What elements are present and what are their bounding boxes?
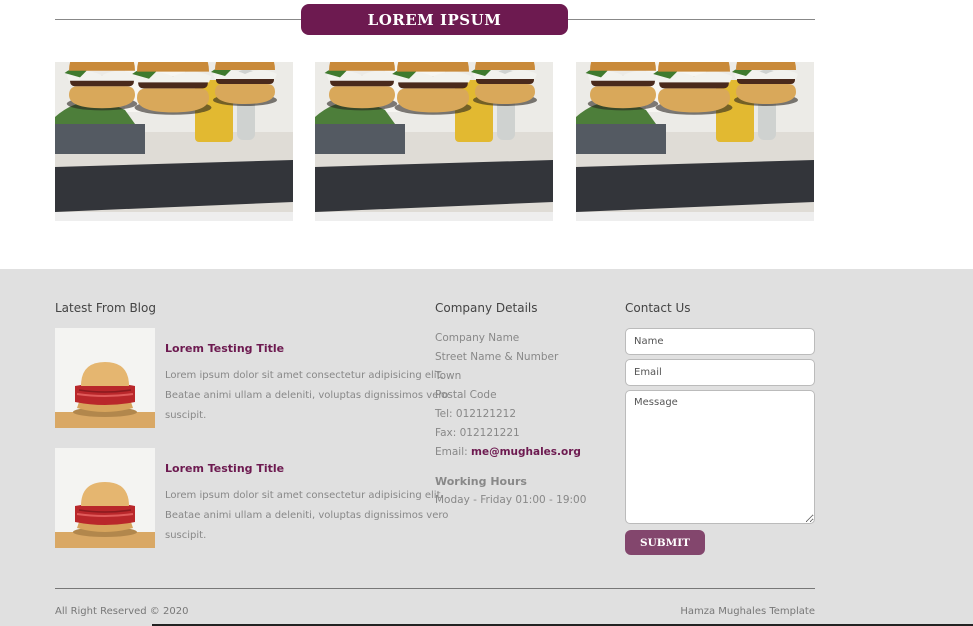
email-label: Email: <box>435 446 472 458</box>
contact-form: SUBMIT <box>625 328 815 555</box>
company-fax: Fax: 012121221 <box>435 427 520 439</box>
email-link[interactable]: me@mughales.org <box>471 446 581 458</box>
submit-button[interactable]: SUBMIT <box>625 530 705 555</box>
blog-post: Lorem Testing Title Lorem ipsum dolor si… <box>55 328 448 428</box>
company-email-line: Email: me@mughales.org <box>435 443 615 462</box>
footer: Latest From Blog Lorem Testing Title Lor… <box>0 269 973 626</box>
gallery-image-burgers-1[interactable] <box>55 62 293 221</box>
name-input[interactable] <box>625 328 815 355</box>
company-details: Company Name Street Name & Number Town P… <box>435 329 615 510</box>
blog-post-excerpt: Lorem ipsum dolor sit amet consectetur a… <box>165 490 449 541</box>
company-tel: Tel: 012121212 <box>435 408 517 420</box>
footer-divider <box>55 588 815 589</box>
company-heading: Company Details <box>435 301 538 315</box>
message-textarea[interactable] <box>625 390 815 524</box>
gallery-image-burgers-2[interactable] <box>315 62 553 221</box>
email-input[interactable] <box>625 359 815 386</box>
company-town: Town <box>435 370 462 382</box>
blog-thumbnail[interactable] <box>55 328 155 428</box>
blog-post-excerpt: Lorem ipsum dolor sit amet consectetur a… <box>165 370 449 421</box>
company-street: Street Name & Number <box>435 351 559 363</box>
company-name: Company Name <box>435 332 520 344</box>
section-title: LOREM IPSUM <box>301 4 568 35</box>
blog-thumbnail[interactable] <box>55 448 155 548</box>
blog-post: Lorem Testing Title Lorem ipsum dolor si… <box>55 448 448 548</box>
working-hours: Moday - Friday 01:00 - 19:00 <box>435 494 587 506</box>
blog-post-title[interactable]: Lorem Testing Title <box>165 462 284 475</box>
company-postal: Postal Code <box>435 389 497 401</box>
contact-heading: Contact Us <box>625 301 691 315</box>
blog-heading: Latest From Blog <box>55 301 156 315</box>
working-hours-title: Working Hours <box>435 475 527 488</box>
section-header: LOREM IPSUM <box>55 4 815 36</box>
gallery-image-burgers-3[interactable] <box>576 62 814 221</box>
copyright-text: All Right Reserved © 2020 <box>55 606 189 617</box>
template-credit: Hamza Mughales Template <box>680 606 815 617</box>
page: LOREM IPSUM Latest From Blog Lorem Testi… <box>0 0 973 626</box>
image-gallery <box>55 62 815 221</box>
blog-post-title[interactable]: Lorem Testing Title <box>165 342 284 355</box>
